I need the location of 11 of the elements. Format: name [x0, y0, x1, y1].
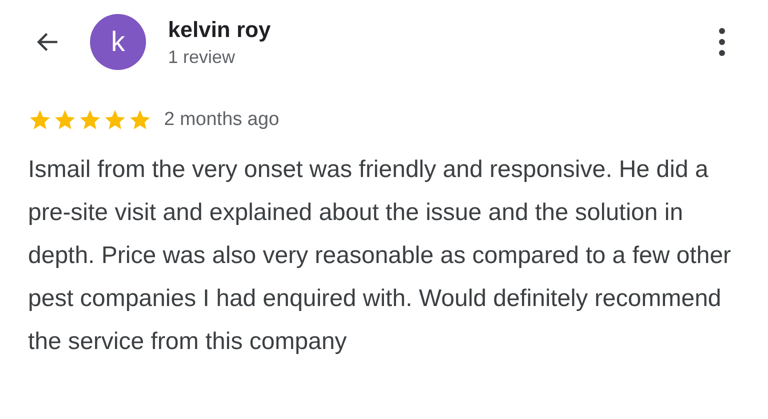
review-count: 1 review — [168, 46, 236, 68]
review-time: 2 months ago — [164, 109, 280, 131]
star-icon — [78, 108, 102, 132]
review-text: Ismail from the very onset was friendly and responsive. He did a pre-site visit and explained about the issue and the solution in depth. Price was also very reasonable as compared to a few other pest companies I had enquired with. Would definitely recommend the service from this company — [28, 155, 732, 357]
more-options-icon — [718, 27, 726, 57]
avatar: k — [90, 14, 146, 70]
reviewer-name: kelvin roy — [168, 16, 272, 42]
star-icon — [128, 108, 152, 132]
star-icon — [103, 108, 127, 132]
star-icon — [28, 108, 52, 132]
star-icon — [53, 108, 77, 132]
